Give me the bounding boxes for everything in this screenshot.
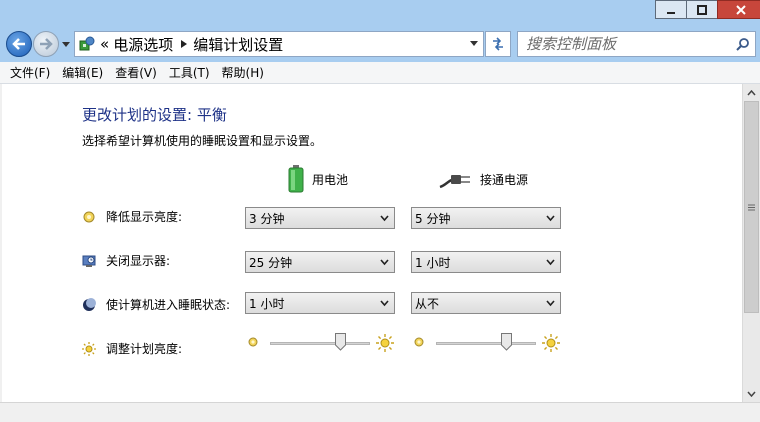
grip-icon: [748, 204, 755, 210]
menu-edit[interactable]: 编辑(E): [62, 64, 103, 81]
scroll-thumb[interactable]: [744, 101, 759, 313]
row-label-brightness: 调整计划亮度:: [106, 342, 183, 356]
column-label-battery: 用电池: [312, 172, 349, 187]
content-pane: 更改计划的设置: 平衡 选择希望计算机使用的睡眠设置和显示设置。 用电池 接通电…: [2, 84, 742, 402]
row-label-dim-display: 降低显示亮度:: [106, 210, 183, 224]
slider-track[interactable]: [436, 342, 536, 345]
sleep-battery-select[interactable]: 1 小时: [245, 292, 395, 314]
breadcrumb-power-options[interactable]: 电源选项: [113, 34, 173, 55]
row-label-turn-off-display: 关闭显示器:: [106, 254, 171, 268]
menu-bar: 文件(F) 编辑(E) 查看(V) 工具(T) 帮助(H): [0, 62, 760, 84]
chevron-down-icon: [380, 215, 389, 222]
page-title: 更改计划的设置: 平衡: [82, 106, 227, 124]
address-dropdown-icon[interactable]: [469, 40, 479, 48]
brightness-sun-icon: [82, 341, 96, 356]
maximize-icon: [697, 4, 707, 15]
battery-icon: [288, 165, 304, 193]
row-sleep: 使计算机进入睡眠状态:: [82, 296, 230, 313]
chevron-down-icon: [546, 300, 555, 307]
slider-thumb[interactable]: [334, 333, 346, 351]
turn-off-display-plugged-select[interactable]: 1 小时: [411, 251, 561, 273]
chevron-up-icon: [747, 89, 756, 95]
select-value: 从不: [415, 296, 440, 311]
dim-display-plugged-select[interactable]: 5 分钟: [411, 207, 561, 229]
window-controls: [655, 0, 760, 20]
chevron-down-icon: [380, 300, 389, 307]
dim-brightness-icon: [83, 211, 95, 222]
vertical-scrollbar[interactable]: [742, 84, 760, 402]
control-panel-icon: [79, 36, 95, 51]
chevron-down-icon: [747, 391, 756, 397]
breadcrumb-separator-icon[interactable]: [179, 39, 189, 49]
search-box[interactable]: [517, 31, 756, 57]
monitor-clock-icon: [82, 255, 96, 267]
menu-help[interactable]: 帮助(H): [222, 64, 264, 81]
forward-button[interactable]: [33, 31, 59, 57]
select-value: 3 分钟: [249, 211, 285, 226]
bright-sun-icon: [542, 334, 560, 352]
bright-sun-icon: [376, 334, 394, 352]
address-bar[interactable]: « 电源选项 编辑计划设置: [74, 31, 484, 57]
select-value: 1 小时: [249, 296, 285, 311]
bottom-strip: [0, 402, 760, 422]
menu-file[interactable]: 文件(F): [10, 64, 50, 81]
back-button[interactable]: [6, 31, 32, 57]
chevron-down-icon: [546, 259, 555, 266]
sleep-moon-icon: [83, 297, 96, 311]
row-turn-off-display: 关闭显示器:: [82, 252, 170, 269]
scroll-down-button[interactable]: [743, 385, 760, 402]
search-input[interactable]: [526, 35, 726, 53]
sleep-plugged-select[interactable]: 从不: [411, 292, 561, 314]
arrow-right-icon: [40, 38, 53, 50]
dim-sun-icon: [414, 337, 424, 347]
row-dim-display: 降低显示亮度:: [82, 208, 182, 225]
minimize-button[interactable]: [655, 0, 687, 19]
column-header-plugged: 接通电源: [438, 164, 528, 194]
menu-tools[interactable]: 工具(T): [169, 64, 210, 81]
arrow-left-icon: [12, 38, 25, 50]
refresh-button[interactable]: [485, 31, 511, 57]
dim-display-battery-select[interactable]: 3 分钟: [245, 207, 395, 229]
minimize-icon: [667, 11, 675, 14]
row-label-sleep: 使计算机进入睡眠状态:: [106, 298, 231, 312]
row-brightness: 调整计划亮度:: [82, 340, 182, 357]
close-icon: [736, 4, 746, 15]
page-subtitle: 选择希望计算机使用的睡眠设置和显示设置。: [82, 134, 323, 148]
refresh-icon: [493, 37, 503, 51]
menu-view[interactable]: 查看(V): [115, 64, 157, 81]
turn-off-display-battery-select[interactable]: 25 分钟: [245, 251, 395, 273]
power-plug-icon: [439, 175, 470, 189]
chevron-down-icon: [62, 41, 70, 47]
select-value: 5 分钟: [415, 211, 451, 226]
close-button[interactable]: [717, 0, 760, 19]
select-value: 25 分钟: [249, 255, 293, 270]
select-value: 1 小时: [415, 255, 451, 270]
recent-pages-button[interactable]: [61, 39, 71, 49]
slider-thumb[interactable]: [500, 333, 512, 351]
column-header-battery: 用电池: [288, 164, 348, 194]
column-label-plugged: 接通电源: [480, 172, 529, 187]
chevron-down-icon: [380, 259, 389, 266]
chevron-down-icon: [546, 215, 555, 222]
maximize-button[interactable]: [686, 0, 718, 19]
search-icon[interactable]: [736, 37, 750, 51]
window-titlebar: « 电源选项 编辑计划设置: [0, 0, 760, 62]
address-overflow-chevron[interactable]: «: [100, 35, 109, 53]
dim-sun-icon: [248, 337, 258, 347]
slider-track[interactable]: [270, 342, 370, 345]
breadcrumb-edit-plan-settings[interactable]: 编辑计划设置: [193, 34, 283, 55]
scroll-up-button[interactable]: [743, 84, 760, 101]
